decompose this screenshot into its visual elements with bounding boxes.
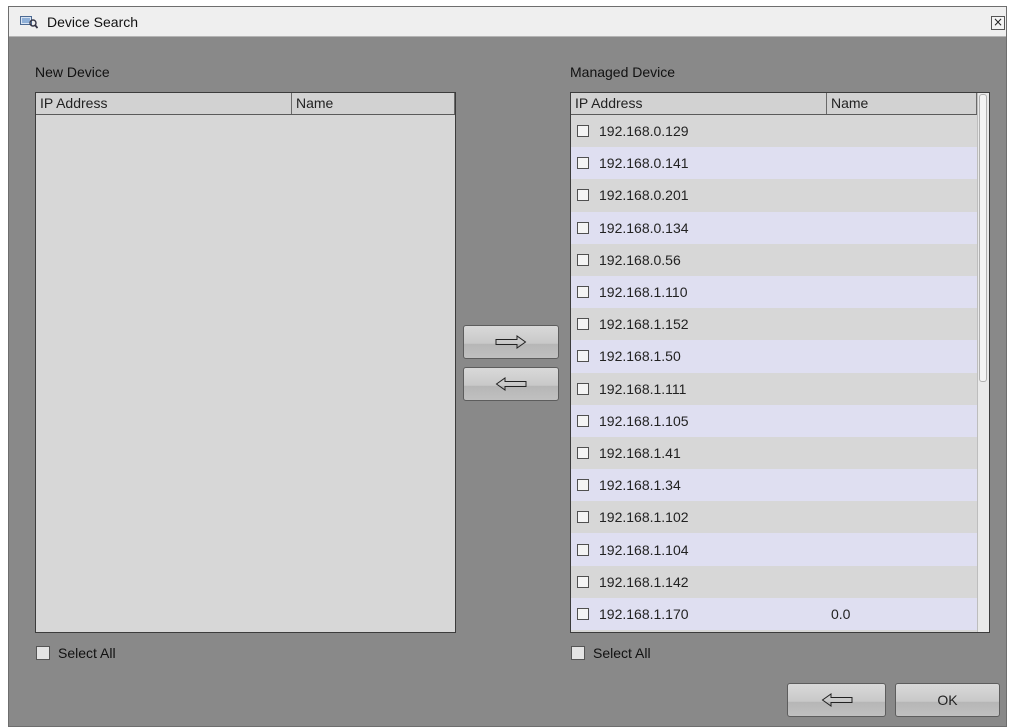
ip-address-cell: 192.168.1.102 <box>599 509 689 526</box>
row-checkbox[interactable] <box>577 286 589 299</box>
column-header-ip-address[interactable]: IP Address <box>36 93 292 114</box>
column-header-name[interactable]: Name <box>827 93 977 114</box>
column-header-name[interactable]: Name <box>292 93 455 114</box>
new-device-list[interactable]: IP Address Name <box>35 92 456 633</box>
new-device-list-header: IP Address Name <box>36 93 455 115</box>
row-checkbox[interactable] <box>577 350 589 363</box>
table-row[interactable]: 192.168.0.201 <box>571 179 977 212</box>
table-row[interactable]: 192.168.0.141 <box>571 147 977 180</box>
column-header-ip-address[interactable]: IP Address <box>571 93 827 114</box>
row-checkbox[interactable] <box>577 414 589 427</box>
table-row[interactable]: 192.168.0.134 <box>571 211 977 244</box>
ip-address-cell: 192.168.1.111 <box>599 380 687 397</box>
new-device-select-all[interactable]: Select All <box>36 645 116 661</box>
new-device-rows <box>36 115 455 632</box>
device-search-icon <box>20 15 39 29</box>
select-all-label: Select All <box>58 645 116 661</box>
managed-device-rows: 192.168.0.129 192.168.0.141 192.168.0.201 1… <box>571 115 977 632</box>
ok-button[interactable]: OK <box>895 683 1000 717</box>
device-search-dialog: Device Search × New Device IP Address Na… <box>8 6 1007 727</box>
ip-address-cell: 192.168.1.50 <box>599 348 681 365</box>
row-checkbox[interactable] <box>577 318 589 331</box>
row-checkbox[interactable] <box>577 253 589 266</box>
ip-address-cell: 192.168.0.141 <box>599 155 689 172</box>
table-row[interactable]: 192.168.1.102 <box>571 501 977 534</box>
arrow-right-icon <box>495 335 527 349</box>
table-row[interactable]: 192.168.0.56 <box>571 243 977 276</box>
row-checkbox[interactable] <box>577 511 589 524</box>
title-bar: Device Search × <box>9 7 1006 37</box>
table-row[interactable]: 192.168.1.110 <box>571 275 977 309</box>
managed-device-list-header: IP Address Name <box>571 93 977 115</box>
table-row[interactable]: 192.168.1.111 <box>571 372 977 405</box>
table-row[interactable]: 192.168.1.152 <box>571 308 977 341</box>
ip-address-cell: 192.168.0.134 <box>599 219 689 236</box>
row-checkbox[interactable] <box>577 189 589 202</box>
ip-address-cell: 192.168.1.142 <box>599 573 689 590</box>
ip-address-cell: 192.168.1.104 <box>599 541 689 558</box>
scrollbar-thumb[interactable] <box>979 94 987 382</box>
select-all-checkbox[interactable] <box>36 646 50 660</box>
table-row[interactable]: 192.168.1.50 <box>571 340 977 373</box>
ip-address-cell: 192.168.0.56 <box>599 251 681 268</box>
table-row[interactable]: 192.168.1.34 <box>571 469 977 502</box>
row-checkbox[interactable] <box>577 221 589 234</box>
ip-address-cell: 192.168.1.34 <box>599 477 681 494</box>
row-checkbox[interactable] <box>577 157 589 170</box>
table-row[interactable]: 192.168.1.142 <box>571 565 977 598</box>
row-checkbox[interactable] <box>577 543 589 556</box>
move-to-managed-button[interactable] <box>463 325 559 359</box>
table-row[interactable]: 192.168.1.105 <box>571 404 977 437</box>
row-checkbox[interactable] <box>577 446 589 459</box>
arrow-left-icon <box>821 693 852 707</box>
name-cell: 0.0 <box>831 605 851 622</box>
ip-address-cell: 192.168.0.201 <box>599 187 689 204</box>
row-checkbox[interactable] <box>577 479 589 492</box>
row-checkbox[interactable] <box>577 607 589 620</box>
row-checkbox[interactable] <box>577 382 589 395</box>
ip-address-cell: 192.168.1.110 <box>599 284 688 301</box>
ip-address-cell: 192.168.1.152 <box>599 316 689 333</box>
table-row[interactable]: 192.168.0.129 <box>571 115 977 148</box>
table-row[interactable]: 192.168.1.170 0.0 <box>571 597 977 630</box>
row-checkbox[interactable] <box>577 125 589 138</box>
row-checkbox[interactable] <box>577 575 589 588</box>
managed-device-label: Managed Device <box>570 64 676 80</box>
ip-address-cell: 192.168.0.129 <box>599 123 689 140</box>
managed-device-list[interactable]: IP Address Name 192.168.0.129 192.168.0.1… <box>570 92 990 633</box>
back-button[interactable] <box>787 683 886 717</box>
table-row[interactable]: 192.168.1.104 <box>571 533 977 566</box>
table-row[interactable]: 192.168.1.41 <box>571 436 977 470</box>
arrow-left-icon <box>495 377 527 391</box>
select-all-checkbox[interactable] <box>571 646 585 660</box>
vertical-scrollbar[interactable] <box>977 93 989 632</box>
close-button[interactable]: × <box>991 16 1005 30</box>
select-all-label: Select All <box>593 645 651 661</box>
managed-device-select-all[interactable]: Select All <box>571 645 651 661</box>
ip-address-cell: 192.168.1.41 <box>599 444 681 461</box>
ip-address-cell: 192.168.1.170 <box>599 605 689 622</box>
close-icon: × <box>992 15 1004 29</box>
new-device-label: New Device <box>35 64 110 80</box>
move-to-new-button[interactable] <box>463 367 559 401</box>
window-title: Device Search <box>47 14 139 30</box>
ip-address-cell: 192.168.1.105 <box>599 412 689 429</box>
